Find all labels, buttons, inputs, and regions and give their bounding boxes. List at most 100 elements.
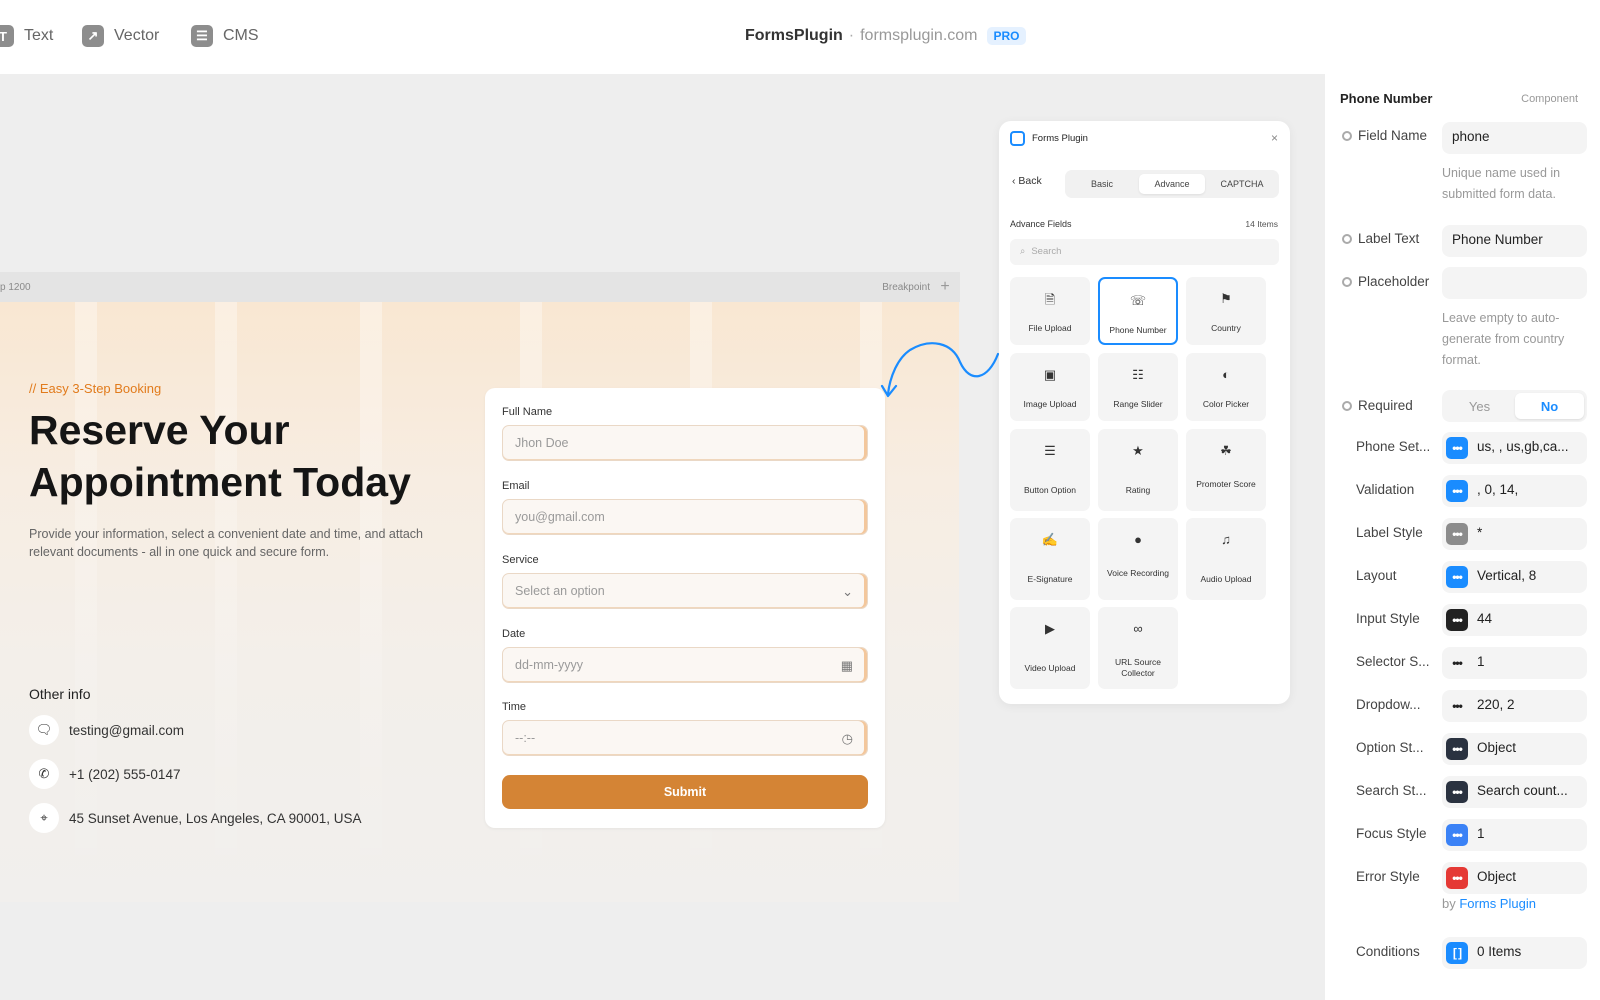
field-item-label: Phone Number — [1109, 325, 1167, 335]
field-name-label-text: Field Name — [1358, 128, 1428, 143]
label-text-input[interactable]: Phone Number — [1442, 225, 1587, 257]
search-input[interactable]: ⌕ Search — [1010, 239, 1279, 265]
required-indicator-icon — [1342, 400, 1352, 411]
prop-control[interactable]: ••• 1 — [1442, 647, 1587, 679]
required-yes-option[interactable]: Yes — [1445, 393, 1514, 419]
field-item-image-upload[interactable]: ▣ Image Upload — [1010, 353, 1090, 421]
prop-control[interactable]: ••• Search count... — [1442, 776, 1587, 808]
signature-icon: ✍ — [1041, 532, 1059, 547]
date-placeholder: dd-mm-yyyy — [515, 658, 584, 672]
field-item-phone-number[interactable]: ☏ Phone Number — [1098, 277, 1178, 345]
credit-prefix: by — [1442, 896, 1456, 911]
cms-tool[interactable]: ☰ CMS — [191, 25, 259, 47]
placeholder-label-text: Placeholder — [1358, 274, 1430, 289]
field-item-label: Promoter Score — [1196, 479, 1256, 489]
field-item-range-slider[interactable]: ☷ Range Slider — [1098, 353, 1178, 421]
full-name-placeholder: Jhon Doe — [515, 436, 569, 450]
breakpoint-label: Breakpoint — [882, 282, 930, 293]
prop-value: , 0, 14, — [1477, 482, 1519, 497]
cms-icon: ☰ — [191, 25, 213, 47]
prop-control[interactable]: ••• Object — [1442, 733, 1587, 765]
prop-label: Error Style — [1356, 869, 1420, 884]
hero-title: Reserve Your Appointment Today — [29, 407, 411, 505]
field-item-url-source-collector[interactable]: ∞ URL Source Collector — [1098, 607, 1178, 689]
field-item-e-signature[interactable]: ✍ E-Signature — [1010, 518, 1090, 600]
cms-tool-label: CMS — [223, 27, 259, 44]
forms-plugin-link[interactable]: Forms Plugin — [1459, 896, 1536, 911]
prop-value: 44 — [1477, 611, 1493, 626]
field-item-label: URL Source Collector — [1115, 657, 1161, 678]
prop-label: Focus Style — [1356, 826, 1427, 841]
prop-control[interactable]: ••• * — [1442, 518, 1587, 550]
prop-control[interactable]: ••• Vertical, 8 — [1442, 561, 1587, 593]
star-icon: ★ — [1132, 443, 1144, 458]
field-item-audio-upload[interactable]: ♫ Audio Upload — [1186, 518, 1266, 600]
prop-value: Object — [1477, 869, 1517, 884]
prop-control[interactable]: ••• 44 — [1442, 604, 1587, 636]
country-icon: ⚑ — [1220, 291, 1232, 306]
field-name-input[interactable]: phone — [1442, 122, 1587, 154]
prop-control[interactable]: ••• 220, 2 — [1442, 690, 1587, 722]
prop-label: Label Style — [1356, 525, 1423, 540]
prop-control[interactable]: ••• Object — [1442, 862, 1587, 894]
text-tool[interactable]: T Text — [0, 25, 53, 47]
search-icon: ⌕ — [1020, 246, 1026, 257]
text-icon: T — [0, 25, 14, 47]
field-item-promoter-score[interactable]: ☘ Promoter Score — [1186, 429, 1266, 511]
tab-captcha[interactable]: CAPTCHA — [1209, 174, 1275, 194]
required-no-option[interactable]: No — [1515, 393, 1584, 419]
service-select[interactable]: Select an option ⌄ — [502, 573, 868, 609]
add-breakpoint-icon[interactable]: + — [936, 278, 954, 296]
item-count: 14 Items — [1245, 219, 1278, 229]
plugin-title: Forms Plugin — [1032, 133, 1088, 144]
vector-tool[interactable]: ↗ Vector — [82, 25, 159, 47]
site-brand: FormsPlugin · formsplugin.com PRO — [745, 27, 1026, 45]
field-item-rating[interactable]: ★ Rating — [1098, 429, 1178, 511]
time-input[interactable]: --:-- ◷ — [502, 720, 868, 756]
field-item-color-picker[interactable]: ◐ Color Picker — [1186, 353, 1266, 421]
prop-control[interactable]: ••• us, , us,gb,ca... — [1442, 432, 1587, 464]
properties-title: Phone Number — [1340, 91, 1433, 106]
credit-line: by Forms Plugin — [1442, 896, 1536, 911]
microphone-icon: ● — [1134, 532, 1142, 547]
field-name-indicator-icon — [1342, 130, 1352, 141]
brand-domain[interactable]: formsplugin.com — [860, 27, 977, 45]
back-button[interactable]: ‹ Back — [1012, 175, 1042, 187]
tagline: // Easy 3-Step Booking — [29, 381, 162, 396]
close-icon[interactable]: × — [1271, 131, 1278, 145]
more-icon: ••• — [1446, 523, 1468, 545]
prop-label: Option St... — [1356, 740, 1424, 755]
field-item-video-upload[interactable]: ▶ Video Upload — [1010, 607, 1090, 689]
submit-button[interactable]: Submit — [502, 775, 868, 809]
prop-value: Vertical, 8 — [1477, 568, 1537, 583]
label-text-label-text: Label Text — [1358, 231, 1420, 246]
email-input[interactable]: you@gmail.com — [502, 499, 868, 535]
field-item-voice-recording[interactable]: ● Voice Recording — [1098, 518, 1178, 600]
full-name-input[interactable]: Jhon Doe — [502, 425, 868, 461]
date-input[interactable]: dd-mm-yyyy ▦ — [502, 647, 868, 683]
prop-control[interactable]: ••• 1 — [1442, 819, 1587, 851]
field-item-label: Voice Recording — [1107, 568, 1169, 578]
field-item-button-option[interactable]: ☰ Button Option — [1010, 429, 1090, 511]
prop-control[interactable]: ••• , 0, 14, — [1442, 475, 1587, 507]
prop-value: us, , us,gb,ca... — [1477, 439, 1569, 454]
button-option-icon: ☰ — [1044, 443, 1056, 458]
forms-plugin-logo-icon — [1010, 131, 1025, 146]
tab-advance[interactable]: Advance — [1139, 174, 1205, 194]
field-item-country[interactable]: ⚑ Country — [1186, 277, 1266, 345]
prop-value: 1 — [1477, 826, 1485, 841]
field-item-label: Button Option — [1024, 485, 1076, 495]
tab-basic[interactable]: Basic — [1069, 174, 1135, 194]
prop-label: Search St... — [1356, 783, 1427, 798]
canvas-frame: // Easy 3-Step Booking Reserve Your Appo… — [0, 302, 959, 902]
service-label: Service — [502, 554, 539, 566]
field-item-label: File Upload — [1028, 323, 1072, 333]
placeholder-hint: Leave empty to auto-generate from countr… — [1442, 311, 1565, 367]
conditions-control[interactable]: [ ] 0 Items — [1442, 937, 1587, 969]
color-picker-icon: ◐ — [1222, 367, 1230, 382]
field-item-file-upload[interactable]: 🗎 File Upload — [1010, 277, 1090, 345]
more-icon: ••• — [1446, 781, 1468, 803]
placeholder-input[interactable] — [1442, 267, 1587, 299]
field-item-label: Country — [1211, 323, 1241, 333]
hero-description: Provide your information, select a conve… — [29, 527, 423, 559]
